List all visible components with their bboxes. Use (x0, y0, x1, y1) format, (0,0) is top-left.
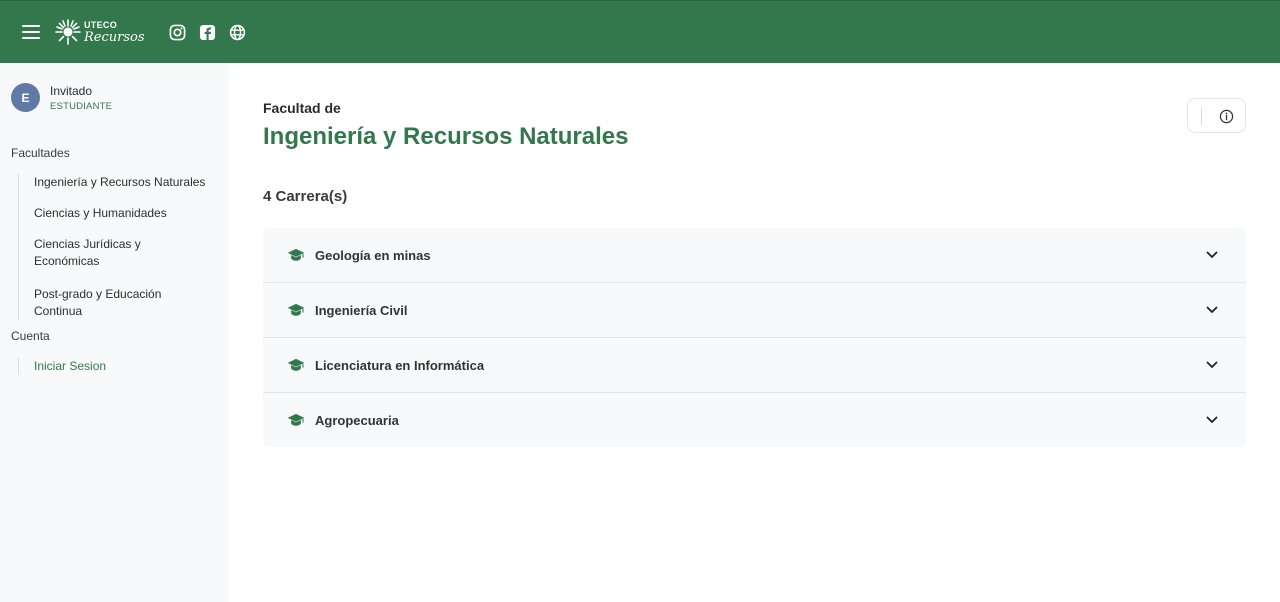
career-label: Agropecuaria (315, 412, 399, 428)
sidebar-item-ciencias-juridicas[interactable]: Ciencias Jurídicas y Económicas (19, 236, 169, 270)
chevron-down-icon (1206, 306, 1218, 313)
career-label: Licenciatura en Informática (315, 357, 485, 373)
top-bar: UTECO Recursos (0, 0, 1280, 63)
graduation-cap-icon (287, 303, 305, 316)
sun-logo-icon (55, 19, 81, 45)
account-nav: Iniciar Sesion (18, 358, 106, 374)
career-row-geologia[interactable]: Geología en minas (263, 228, 1246, 283)
account-section-title: Cuenta (11, 329, 50, 343)
logo-recursos-text: Recursos (84, 29, 145, 45)
avatar[interactable]: E (11, 83, 40, 112)
logo-uteco-text: UTECO (84, 19, 117, 30)
graduation-cap-icon (287, 413, 305, 426)
sidebar-item-postgrado[interactable]: Post-grado y Educación Continua (19, 286, 189, 320)
career-label: Ingeniería Civil (315, 302, 408, 318)
chevron-down-icon (1206, 251, 1218, 258)
chevron-down-icon (1206, 361, 1218, 368)
career-row-ingenieria-civil[interactable]: Ingeniería Civil (263, 283, 1246, 338)
graduation-cap-icon (287, 248, 305, 261)
user-name: Invitado (50, 84, 93, 98)
chevron-down-icon (1206, 416, 1218, 423)
app-logo[interactable]: UTECO Recursos (54, 17, 145, 47)
globe-icon[interactable] (229, 24, 246, 41)
careers-list: Geología en minas Ingeniería Civil Licen (263, 228, 1246, 447)
login-link[interactable]: Iniciar Sesion (19, 358, 106, 374)
info-button[interactable] (1187, 98, 1246, 133)
instagram-icon[interactable] (169, 24, 186, 41)
menu-icon[interactable] (22, 25, 40, 39)
info-icon (1219, 109, 1234, 124)
graduation-cap-icon (287, 358, 305, 371)
sidebar-item-ciencias-humanidades[interactable]: Ciencias y Humanidades (19, 205, 205, 221)
sidebar-item-ingenieria[interactable]: Ingeniería y Recursos Naturales (19, 174, 205, 190)
faculties-section-title: Facultades (11, 146, 70, 160)
career-row-agropecuaria[interactable]: Agropecuaria (263, 393, 1246, 447)
button-divider (1201, 108, 1202, 125)
sidebar: E Invitado ESTUDIANTE Facultades Ingenie… (0, 63, 229, 602)
user-profile: E Invitado ESTUDIANTE (11, 83, 112, 112)
faculties-nav: Ingeniería y Recursos Naturales Ciencias… (18, 174, 205, 320)
social-links (169, 24, 246, 41)
user-role: ESTUDIANTE (50, 101, 113, 112)
page-title: Ingeniería y Recursos Naturales (263, 123, 629, 150)
page-subtitle: Facultad de (263, 100, 341, 116)
career-row-informatica[interactable]: Licenciatura en Informática (263, 338, 1246, 393)
career-count: 4 Carrera(s) (263, 188, 348, 205)
career-label: Geología en minas (315, 247, 431, 263)
facebook-icon[interactable] (199, 24, 216, 41)
